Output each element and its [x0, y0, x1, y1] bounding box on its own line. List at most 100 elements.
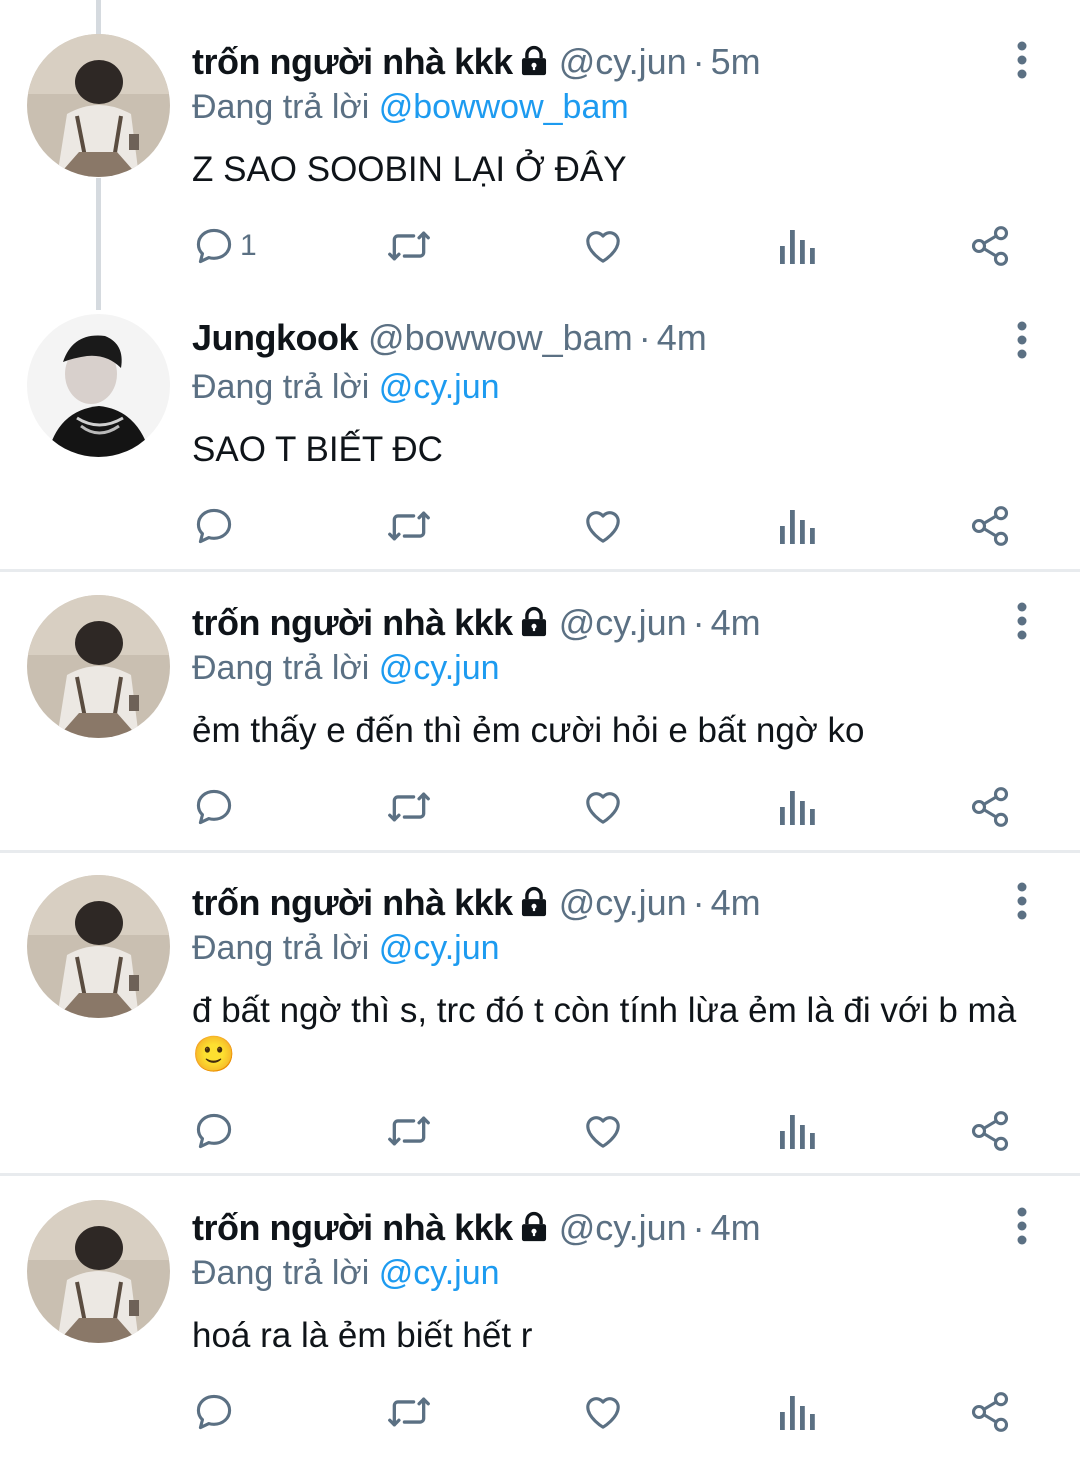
like-button[interactable]	[581, 500, 625, 552]
timestamp[interactable]: 4m	[711, 882, 761, 923]
share-button[interactable]	[968, 1105, 1012, 1157]
timestamp[interactable]: 4m	[711, 602, 761, 643]
user-handle[interactable]: @cy.jun	[559, 1207, 687, 1248]
analytics-button[interactable]	[776, 1105, 816, 1157]
heart-icon	[586, 511, 620, 543]
like-button[interactable]	[581, 1386, 625, 1438]
retweet-button[interactable]	[384, 1386, 434, 1438]
retweet-button[interactable]	[384, 500, 434, 552]
retweet-icon	[388, 231, 430, 261]
avatar[interactable]	[27, 314, 170, 457]
separator-dot: ·	[638, 317, 651, 358]
like-button[interactable]	[581, 1105, 625, 1157]
user-handle[interactable]: @bowwow_bam	[368, 317, 633, 358]
display-name[interactable]: trốn người nhà kkk	[192, 602, 513, 643]
tweet[interactable]: trốn người nhà kkk @cy.jun · 4m Đang trả lờ…	[0, 1176, 1080, 1458]
tweet[interactable]: Jungkook @bowwow_bam · 4m Đang trả lời @cy…	[0, 290, 1080, 570]
retweet-icon	[388, 511, 430, 541]
reply-button[interactable]	[192, 1386, 236, 1438]
tweet-text: SAO T BIẾT ĐC	[192, 430, 443, 469]
timestamp[interactable]: 4m	[711, 1207, 761, 1248]
reply-bubble-icon	[196, 1113, 232, 1149]
tweet-text: ẻm thấy e đến thì ẻm cười hỏi e bất ngờ …	[192, 711, 865, 750]
replying-to-label: Đang trả lời	[192, 368, 370, 406]
mention-link[interactable]: @cy.jun	[379, 1254, 500, 1292]
more-vertical-icon	[1017, 1207, 1027, 1245]
more-vertical-icon	[1017, 882, 1027, 920]
heart-icon	[586, 1116, 620, 1148]
analytics-icon	[780, 1396, 815, 1430]
user-handle[interactable]: @cy.jun	[559, 41, 687, 82]
mention-link[interactable]: @bowwow_bam	[379, 88, 629, 126]
more-options-button[interactable]	[1004, 599, 1040, 647]
retweet-button[interactable]	[384, 1105, 434, 1157]
display-name[interactable]: trốn người nhà kkk	[192, 882, 513, 923]
display-name[interactable]: trốn người nhà kkk	[192, 41, 513, 82]
analytics-icon	[780, 230, 815, 264]
reply-button[interactable]: 1	[192, 220, 257, 272]
retweet-icon	[388, 1116, 430, 1146]
avatar[interactable]	[27, 875, 170, 1018]
analytics-button[interactable]	[776, 500, 816, 552]
like-button[interactable]	[581, 220, 625, 272]
share-button[interactable]	[968, 500, 1012, 552]
reply-button[interactable]	[192, 781, 236, 833]
tweet-text: Z SAO SOOBIN LẠI Ở ĐÂY	[192, 150, 627, 189]
timestamp[interactable]: 5m	[711, 41, 761, 82]
more-options-button[interactable]	[1004, 318, 1040, 366]
mention-link[interactable]: @cy.jun	[379, 649, 500, 687]
analytics-button[interactable]	[776, 220, 816, 272]
user-handle[interactable]: @cy.jun	[559, 602, 687, 643]
separator-dot: ·	[692, 602, 705, 643]
share-button[interactable]	[968, 781, 1012, 833]
share-button[interactable]	[968, 220, 1012, 272]
lock-icon	[517, 1208, 551, 1256]
avatar[interactable]	[27, 34, 170, 177]
reply-count: 1	[240, 229, 257, 262]
more-vertical-icon	[1017, 321, 1027, 359]
analytics-button[interactable]	[776, 781, 816, 833]
share-icon	[971, 1111, 1009, 1151]
more-options-button[interactable]	[1004, 38, 1040, 86]
analytics-icon	[780, 510, 815, 544]
heart-icon	[586, 1397, 620, 1429]
display-name[interactable]: trốn người nhà kkk	[192, 1207, 513, 1248]
mention-link[interactable]: @cy.jun	[379, 368, 500, 406]
separator-dot: ·	[692, 882, 705, 923]
avatar[interactable]	[27, 1200, 170, 1343]
separator-dot: ·	[692, 1207, 705, 1248]
separator-dot: ·	[692, 41, 705, 82]
tweet[interactable]: trốn người nhà kkk @cy.jun · 4m Đang trả lờ…	[0, 572, 1080, 850]
replying-to: Đang trả lời @cy.jun	[192, 363, 500, 411]
replying-to-label: Đang trả lời	[192, 929, 370, 967]
tweet[interactable]: trốn người nhà kkk @cy.jun · 5m Đang trả lờ…	[0, 0, 1080, 290]
replying-to: Đang trả lời @cy.jun	[192, 1249, 500, 1297]
heart-icon	[586, 792, 620, 824]
reply-bubble-icon	[196, 1394, 232, 1430]
lock-icon	[517, 883, 551, 931]
reply-button[interactable]	[192, 500, 236, 552]
tweet[interactable]: trốn người nhà kkk @cy.jun · 4m Đang trả lờ…	[0, 853, 1080, 1173]
reply-bubble-icon	[196, 508, 232, 544]
share-icon	[971, 787, 1009, 827]
like-button[interactable]	[581, 781, 625, 833]
tweet-header: trốn người nhà kkk @cy.jun · 4m	[192, 599, 761, 647]
display-name[interactable]: Jungkook	[192, 317, 359, 358]
analytics-button[interactable]	[776, 1386, 816, 1438]
tweet-text: đ bất ngờ thì s, trc đó t còn tính lừa ẻ…	[192, 991, 1017, 1074]
user-handle[interactable]: @cy.jun	[559, 882, 687, 923]
replying-to-label: Đang trả lời	[192, 1254, 370, 1292]
avatar[interactable]	[27, 595, 170, 738]
mention-link[interactable]: @cy.jun	[379, 929, 500, 967]
reply-button[interactable]	[192, 1105, 236, 1157]
tweet-text: hoá ra là ẻm biết hết r	[192, 1316, 533, 1355]
retweet-button[interactable]	[384, 220, 434, 272]
heart-icon	[586, 231, 620, 263]
timestamp[interactable]: 4m	[657, 317, 707, 358]
share-button[interactable]	[968, 1386, 1012, 1438]
retweet-button[interactable]	[384, 781, 434, 833]
more-options-button[interactable]	[1004, 879, 1040, 927]
tweet-header: Jungkook @bowwow_bam · 4m	[192, 314, 707, 362]
more-options-button[interactable]	[1004, 1204, 1040, 1252]
lock-icon	[517, 603, 551, 651]
